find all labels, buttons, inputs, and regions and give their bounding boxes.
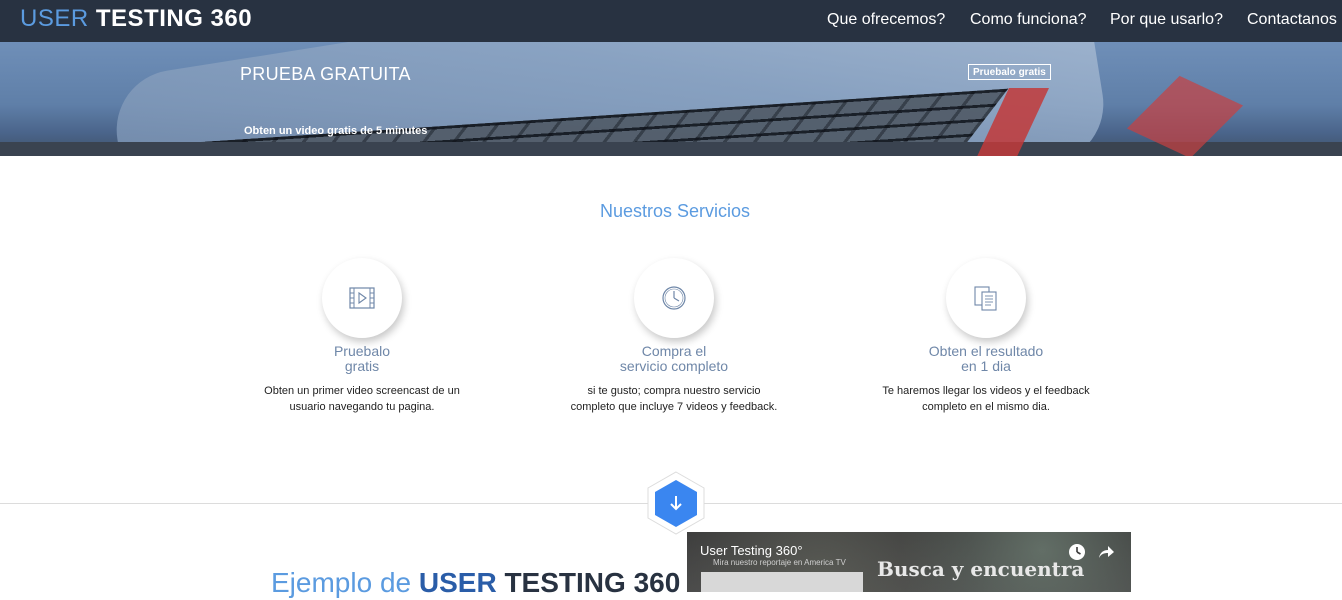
services-heading: Nuestros Servicios [599, 201, 751, 221]
example-title: Ejemplo de USER TESTING 360 [271, 566, 680, 600]
service-desc-line2: usuario navegando tu pagina. [289, 401, 435, 413]
example-title-brand2: TESTING 360 [504, 567, 681, 598]
service-title: Compra el servicio completo [554, 344, 794, 374]
hexagon-shape [647, 471, 705, 535]
hero-banner: PRUEBA GRATUITA Obten un video gratis de… [0, 42, 1342, 156]
hero-title: PRUEBA GRATUITA [240, 64, 411, 84]
service-description: si te gusto; compra nuestro servicio com… [554, 383, 794, 415]
example-title-pre: Ejemplo de [271, 567, 412, 598]
logo-text-light: USER [20, 5, 89, 32]
clock-icon [662, 286, 686, 310]
video-player[interactable]: User Testing 360° Mira nuestro reportaje… [687, 532, 1131, 592]
service-description: Obten un primer video screencast de un u… [242, 383, 482, 415]
scroll-down-button[interactable] [647, 471, 705, 535]
nav-por-que-usarlo[interactable]: Por que usarlo? [1110, 10, 1223, 30]
service-title-line2: gratis [344, 358, 380, 374]
video-title[interactable]: User Testing 360° [700, 543, 803, 558]
service-card-compra: Compra el servicio completo si te gusto;… [554, 258, 794, 415]
nav-que-ofrecemos[interactable]: Que ofrecemos? [827, 10, 945, 30]
video-caption-box [701, 572, 863, 592]
service-desc-line2: completo en el mismo dia. [922, 401, 1050, 413]
example-title-brand1: USER [418, 567, 497, 598]
share-icon[interactable] [1097, 543, 1115, 566]
service-card-pruebalo: Pruebalo gratis Obten un primer video sc… [242, 258, 482, 415]
watch-later-icon[interactable] [1068, 543, 1086, 566]
service-title-line1: Pruebalo [333, 343, 391, 359]
video-icon [349, 287, 375, 309]
service-title-line1: Obten el resultado [928, 343, 1044, 359]
service-desc-line1: Obten un primer video screencast de un [264, 385, 460, 397]
documents-icon [974, 286, 997, 311]
service-title: Pruebalo gratis [242, 344, 482, 374]
navbar: USER TESTING 360 Que ofrecemos? Como fun… [0, 0, 1342, 42]
service-title-line2: en 1 dia [961, 358, 1011, 374]
hero-subtitle: Obten un video gratis de 5 minutes [244, 125, 428, 137]
video-overlay-text: Busca y encuentra [877, 557, 1085, 581]
service-desc-line1: si te gusto; compra nuestro servicio [587, 385, 761, 397]
service-card-resultado: Obten el resultado en 1 dia Te haremos l… [866, 258, 1106, 415]
service-desc-line2: completo que incluye 7 videos y feedback… [570, 401, 778, 413]
service-title: Obten el resultado en 1 dia [866, 344, 1106, 374]
service-icon-circle[interactable] [946, 258, 1026, 338]
pruebalo-gratis-button[interactable]: Pruebalo gratis [968, 64, 1051, 80]
service-title-line2: servicio completo [619, 358, 729, 374]
service-desc-line1: Te haremos llegar los videos y el feedba… [882, 385, 1090, 397]
service-title-line1: Compra el [641, 343, 707, 359]
service-icon-circle[interactable] [634, 258, 714, 338]
nav-como-funciona[interactable]: Como funciona? [970, 10, 1087, 30]
service-description: Te haremos llegar los videos y el feedba… [866, 383, 1106, 415]
hero-dark-band [0, 142, 1342, 156]
logo[interactable]: USER TESTING 360 [20, 5, 252, 33]
nav-contactanos[interactable]: Contactanos [1247, 10, 1337, 30]
service-icon-circle[interactable] [322, 258, 402, 338]
video-subtitle: Mira nuestro reportaje en America TV [713, 558, 846, 567]
logo-text-bold: TESTING 360 [95, 5, 253, 32]
